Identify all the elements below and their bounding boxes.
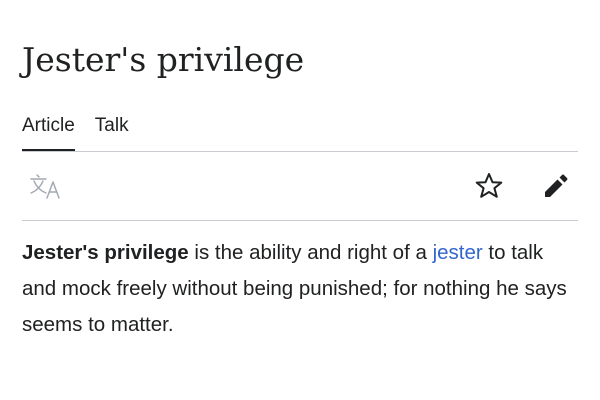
tab-talk[interactable]: Talk bbox=[95, 112, 129, 152]
lead-text-1: is the ability and right of a bbox=[188, 241, 433, 264]
jester-link[interactable]: jester bbox=[433, 241, 483, 264]
translate-icon[interactable] bbox=[28, 171, 64, 201]
pencil-icon[interactable] bbox=[540, 171, 570, 201]
toolbar-divider bbox=[22, 220, 578, 221]
tabs-divider bbox=[22, 151, 578, 152]
page-actions-toolbar bbox=[22, 165, 578, 209]
bold-term: Jester's privilege bbox=[22, 241, 189, 264]
lead-paragraph: Jester's privilege is the ability and ri… bbox=[22, 235, 578, 343]
star-icon[interactable] bbox=[474, 171, 504, 201]
namespace-tabs: Article Talk bbox=[22, 112, 129, 152]
page-title: Jester's privilege bbox=[22, 40, 305, 79]
tab-article[interactable]: Article bbox=[22, 112, 75, 152]
